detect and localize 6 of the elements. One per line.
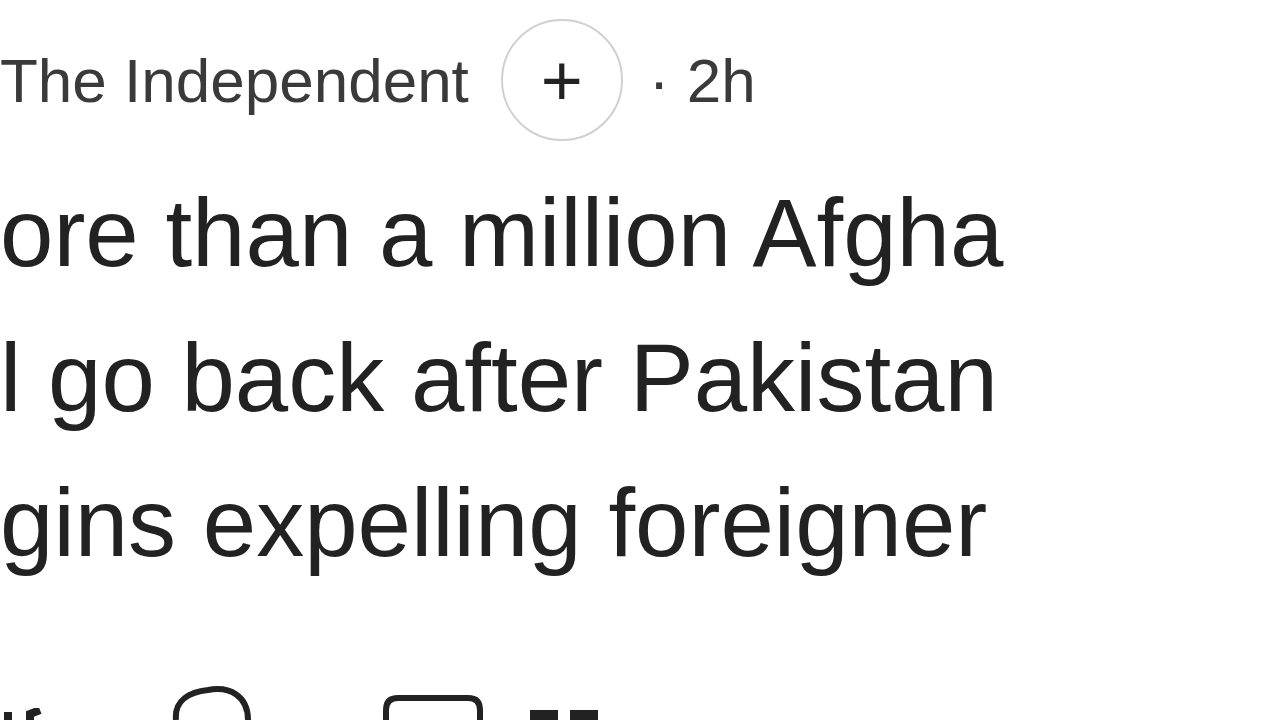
headline-line[interactable]: ore than a million Afgha [0,160,1280,305]
follow-button[interactable]: + [500,19,623,141]
headline-line[interactable]: l go back after Pakistan [0,305,1280,450]
source-name[interactable]: The Independent [0,33,469,127]
post-time: · 2h [648,44,756,117]
headline-line[interactable]: gins expelling foreigner [0,450,1280,595]
